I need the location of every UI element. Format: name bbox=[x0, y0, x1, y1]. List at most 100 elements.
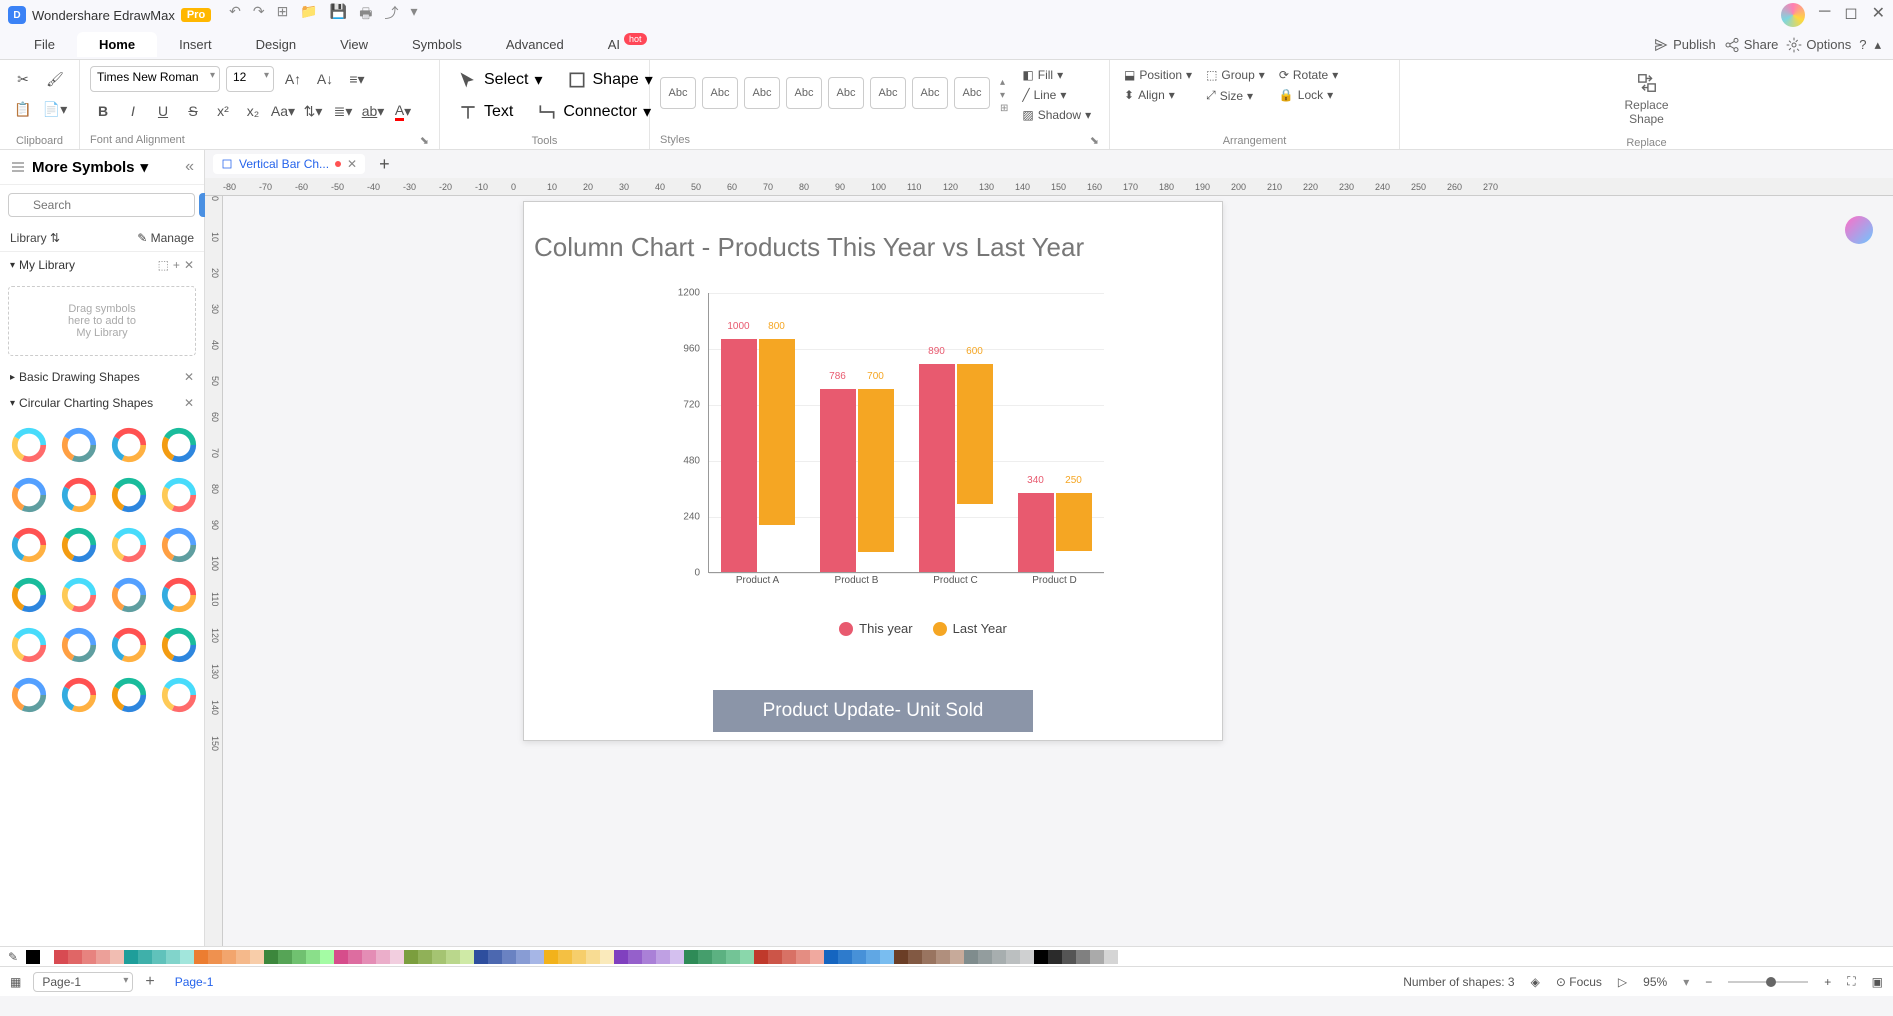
increase-font-icon[interactable]: A↑ bbox=[280, 66, 306, 92]
color-swatch[interactable] bbox=[264, 950, 278, 964]
line-button[interactable]: ╱ Line ▾ bbox=[1018, 86, 1095, 104]
fit-page-icon[interactable]: ▣ bbox=[1872, 975, 1883, 989]
layers-icon[interactable]: ◈ bbox=[1531, 975, 1540, 989]
color-swatch[interactable] bbox=[628, 950, 642, 964]
font-family-select[interactable]: Times New Roman bbox=[90, 66, 220, 92]
color-swatch[interactable] bbox=[26, 950, 40, 964]
color-swatch[interactable] bbox=[306, 950, 320, 964]
shape-thumbnail[interactable] bbox=[58, 424, 100, 466]
color-swatch[interactable] bbox=[68, 950, 82, 964]
play-icon[interactable]: ▷ bbox=[1618, 975, 1627, 989]
color-swatch[interactable] bbox=[992, 950, 1006, 964]
color-swatch[interactable] bbox=[516, 950, 530, 964]
zoom-out-icon[interactable]: − bbox=[1705, 975, 1712, 989]
color-swatch[interactable] bbox=[110, 950, 124, 964]
search-input[interactable] bbox=[8, 193, 195, 217]
style-preset[interactable]: Abc bbox=[702, 77, 738, 109]
section-close-icon[interactable]: ✕ bbox=[184, 370, 194, 384]
shape-thumbnail[interactable] bbox=[158, 574, 200, 616]
style-row-up-icon[interactable]: ▴ bbox=[1000, 77, 1008, 88]
color-swatch[interactable] bbox=[432, 950, 446, 964]
color-swatch[interactable] bbox=[278, 950, 292, 964]
color-swatch[interactable] bbox=[236, 950, 250, 964]
chart-title[interactable]: Column Chart - Products This Year vs Las… bbox=[534, 232, 1254, 263]
color-swatch[interactable] bbox=[684, 950, 698, 964]
add-tab-button[interactable]: + bbox=[373, 154, 396, 175]
bar-chart[interactable]: 02404807209601200 1000800786700890600340… bbox=[664, 293, 1104, 593]
bold-icon[interactable]: B bbox=[90, 98, 116, 124]
size-button[interactable]: ⤢ Size ▾ bbox=[1202, 86, 1269, 105]
color-swatch[interactable] bbox=[96, 950, 110, 964]
color-swatch[interactable] bbox=[796, 950, 810, 964]
underline-icon[interactable]: U bbox=[150, 98, 176, 124]
fill-button[interactable]: ◧ Fill ▾ bbox=[1018, 66, 1095, 84]
help-icon[interactable]: ? bbox=[1859, 37, 1866, 52]
color-swatch[interactable] bbox=[124, 950, 138, 964]
undo-icon[interactable]: ↶ bbox=[229, 3, 241, 27]
menu-file[interactable]: File bbox=[12, 32, 77, 57]
color-swatch[interactable] bbox=[978, 950, 992, 964]
color-swatch[interactable] bbox=[390, 950, 404, 964]
page[interactable]: Column Chart - Products This Year vs Las… bbox=[523, 201, 1223, 741]
group-button[interactable]: ⬚ Group ▾ bbox=[1202, 66, 1269, 84]
color-swatch[interactable] bbox=[222, 950, 236, 964]
new-icon[interactable]: ⊞ bbox=[277, 3, 289, 27]
lib-close-icon[interactable]: ✕ bbox=[184, 258, 194, 272]
font-size-select[interactable]: 12 bbox=[226, 66, 274, 92]
shadow-button[interactable]: ▨ Shadow ▾ bbox=[1018, 106, 1095, 124]
shape-thumbnail[interactable] bbox=[8, 524, 50, 566]
library-label[interactable]: Library ⇅ bbox=[10, 231, 60, 245]
shape-thumbnail[interactable] bbox=[8, 424, 50, 466]
color-swatch[interactable] bbox=[292, 950, 306, 964]
maximize-icon[interactable]: ◻ bbox=[1844, 3, 1857, 27]
color-swatch[interactable] bbox=[404, 950, 418, 964]
strike-icon[interactable]: S bbox=[180, 98, 206, 124]
open-icon[interactable]: 📁 bbox=[300, 3, 317, 27]
color-swatch[interactable] bbox=[838, 950, 852, 964]
shape-thumbnail[interactable] bbox=[108, 524, 150, 566]
color-swatch[interactable] bbox=[754, 950, 768, 964]
color-swatch[interactable] bbox=[572, 950, 586, 964]
color-swatch[interactable] bbox=[250, 950, 264, 964]
color-swatch[interactable] bbox=[1062, 950, 1076, 964]
cut-icon[interactable]: ✂ bbox=[10, 66, 36, 92]
redo-icon[interactable]: ↷ bbox=[253, 3, 265, 27]
color-swatch[interactable] bbox=[446, 950, 460, 964]
menu-home[interactable]: Home bbox=[77, 32, 157, 57]
ribbon-collapse-icon[interactable]: ▴ bbox=[1874, 37, 1881, 53]
zoom-slider[interactable] bbox=[1728, 981, 1808, 983]
color-swatch[interactable] bbox=[488, 950, 502, 964]
color-swatch[interactable] bbox=[866, 950, 880, 964]
qat-more-icon[interactable]: ▾ bbox=[410, 3, 417, 27]
color-swatch[interactable] bbox=[936, 950, 950, 964]
menu-design[interactable]: Design bbox=[234, 32, 318, 57]
shape-thumbnail[interactable] bbox=[108, 424, 150, 466]
shape-thumbnail[interactable] bbox=[8, 474, 50, 516]
style-preset[interactable]: Abc bbox=[744, 77, 780, 109]
color-swatch[interactable] bbox=[768, 950, 782, 964]
rotate-button[interactable]: ⟳ Rotate ▾ bbox=[1275, 66, 1342, 84]
options-button[interactable]: Options bbox=[1786, 37, 1851, 53]
color-swatch[interactable] bbox=[166, 950, 180, 964]
share-button[interactable]: Share bbox=[1724, 37, 1779, 53]
copy-icon[interactable]: 📋 bbox=[10, 96, 36, 122]
color-swatch[interactable] bbox=[600, 950, 614, 964]
chart-caption[interactable]: Product Update- Unit Sold bbox=[713, 690, 1033, 732]
close-tab-icon[interactable]: ✕ bbox=[347, 157, 357, 171]
style-preset[interactable]: Abc bbox=[954, 77, 990, 109]
print-icon[interactable]: 🖶 bbox=[359, 3, 372, 27]
color-swatch[interactable] bbox=[614, 950, 628, 964]
paste-icon[interactable]: 📄▾ bbox=[42, 96, 68, 122]
font-color-icon[interactable]: A▾ bbox=[390, 98, 416, 124]
bullet-icon[interactable]: ≣▾ bbox=[330, 98, 356, 124]
my-library-section[interactable]: ▾My Library ⬚+✕ bbox=[0, 252, 204, 278]
style-row-down-icon[interactable]: ▾ bbox=[1000, 90, 1008, 101]
color-swatch[interactable] bbox=[194, 950, 208, 964]
color-swatch[interactable] bbox=[712, 950, 726, 964]
color-swatch[interactable] bbox=[460, 950, 474, 964]
italic-icon[interactable]: I bbox=[120, 98, 146, 124]
zoom-level[interactable]: 95% bbox=[1643, 975, 1667, 989]
shape-thumbnail[interactable] bbox=[158, 524, 200, 566]
manage-button[interactable]: ✎ Manage bbox=[137, 231, 194, 245]
canvas[interactable]: Column Chart - Products This Year vs Las… bbox=[223, 196, 1893, 946]
